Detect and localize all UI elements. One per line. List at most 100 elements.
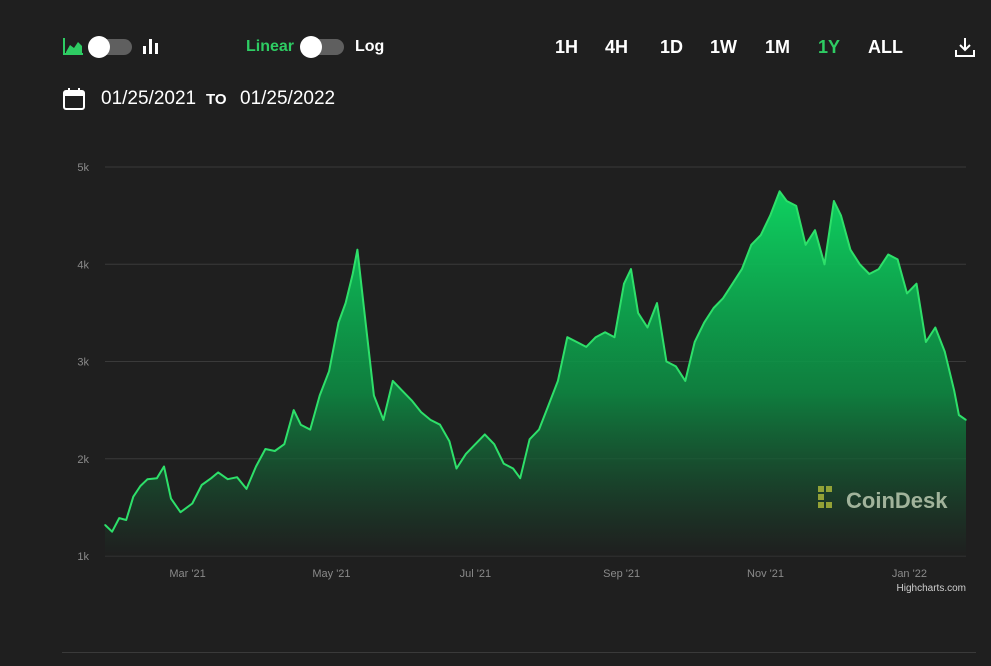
data-point[interactable]: [814, 229, 816, 231]
data-point[interactable]: [420, 411, 422, 413]
data-point[interactable]: [292, 409, 295, 411]
data-point[interactable]: [455, 467, 458, 470]
data-point[interactable]: [731, 282, 734, 285]
data-point[interactable]: [795, 205, 797, 207]
data-point[interactable]: [255, 465, 257, 468]
data-point[interactable]: [474, 443, 477, 446]
data-point[interactable]: [493, 443, 496, 446]
data-point[interactable]: [613, 336, 616, 339]
data-point[interactable]: [896, 258, 899, 261]
data-point[interactable]: [547, 404, 550, 407]
data-point[interactable]: [344, 302, 347, 304]
data-point[interactable]: [512, 467, 514, 470]
data-point[interactable]: [944, 351, 946, 353]
data-point[interactable]: [217, 471, 219, 474]
data-point[interactable]: [401, 389, 404, 392]
data-point[interactable]: [778, 190, 781, 193]
data-point[interactable]: [210, 477, 212, 480]
data-point[interactable]: [163, 465, 165, 468]
data-point[interactable]: [363, 312, 366, 314]
data-point[interactable]: [925, 341, 927, 343]
data-point[interactable]: [804, 244, 807, 246]
data-point[interactable]: [465, 453, 467, 455]
data-point[interactable]: [623, 282, 625, 285]
data-point[interactable]: [849, 248, 852, 251]
data-point[interactable]: [868, 273, 871, 275]
data-point[interactable]: [722, 297, 724, 300]
data-point[interactable]: [958, 414, 960, 416]
data-point[interactable]: [566, 336, 569, 339]
data-point[interactable]: [139, 485, 142, 487]
data-point[interactable]: [156, 477, 158, 480]
data-point[interactable]: [125, 519, 127, 521]
data-point[interactable]: [840, 214, 842, 217]
data-point[interactable]: [283, 443, 286, 446]
data-point[interactable]: [429, 419, 432, 421]
data-point[interactable]: [318, 394, 321, 397]
data-point[interactable]: [741, 268, 743, 270]
data-point[interactable]: [576, 341, 578, 343]
data-point[interactable]: [915, 282, 918, 285]
data-point[interactable]: [118, 517, 120, 519]
data-point[interactable]: [604, 331, 606, 334]
data-point[interactable]: [484, 433, 486, 436]
data-point[interactable]: [337, 321, 340, 324]
data-point[interactable]: [300, 423, 302, 426]
data-point[interactable]: [693, 341, 696, 343]
data-point[interactable]: [264, 448, 267, 450]
data-point[interactable]: [675, 365, 677, 368]
data-point[interactable]: [132, 495, 135, 498]
data-point[interactable]: [111, 530, 113, 533]
data-point[interactable]: [934, 326, 937, 329]
data-point[interactable]: [519, 477, 521, 480]
data-point[interactable]: [410, 399, 413, 402]
data-point[interactable]: [665, 360, 668, 363]
data-point[interactable]: [179, 511, 182, 513]
data-point[interactable]: [191, 502, 194, 505]
data-point[interactable]: [557, 380, 559, 382]
data-point[interactable]: [382, 419, 385, 421]
data-point[interactable]: [859, 263, 861, 266]
data-point[interactable]: [684, 380, 687, 382]
data-point[interactable]: [887, 253, 889, 256]
data-point[interactable]: [104, 524, 106, 526]
data-point[interactable]: [906, 292, 908, 295]
data-point[interactable]: [594, 336, 597, 339]
data-point[interactable]: [646, 326, 649, 329]
data-point[interactable]: [833, 200, 835, 202]
data-point[interactable]: [373, 394, 375, 397]
y-tick-label: 3k: [77, 357, 89, 369]
data-point[interactable]: [760, 234, 762, 236]
data-point[interactable]: [146, 478, 149, 481]
data-point[interactable]: [585, 346, 587, 348]
data-point[interactable]: [877, 268, 880, 270]
data-point[interactable]: [769, 214, 771, 217]
data-point[interactable]: [328, 370, 330, 373]
data-point[interactable]: [170, 497, 172, 500]
data-point[interactable]: [236, 476, 238, 479]
data-point[interactable]: [823, 263, 826, 266]
data-point[interactable]: [965, 419, 967, 421]
data-point[interactable]: [274, 450, 276, 452]
data-point[interactable]: [656, 302, 658, 304]
data-point[interactable]: [226, 478, 229, 481]
data-point[interactable]: [630, 268, 632, 270]
data-point[interactable]: [712, 307, 715, 309]
data-point[interactable]: [703, 321, 705, 324]
data-point[interactable]: [392, 380, 394, 382]
data-point[interactable]: [439, 423, 441, 426]
data-point[interactable]: [448, 440, 451, 443]
data-point[interactable]: [750, 244, 753, 246]
data-point[interactable]: [309, 428, 312, 431]
data-point[interactable]: [351, 273, 354, 275]
data-point[interactable]: [200, 484, 203, 486]
data-point[interactable]: [637, 312, 639, 314]
data-point[interactable]: [785, 200, 788, 202]
data-point[interactable]: [528, 438, 531, 441]
data-point[interactable]: [245, 488, 248, 490]
data-point[interactable]: [502, 462, 505, 465]
chart-credit[interactable]: Highcharts.com: [897, 583, 966, 594]
data-point[interactable]: [356, 248, 359, 251]
data-point[interactable]: [538, 428, 540, 431]
data-point[interactable]: [953, 389, 955, 392]
